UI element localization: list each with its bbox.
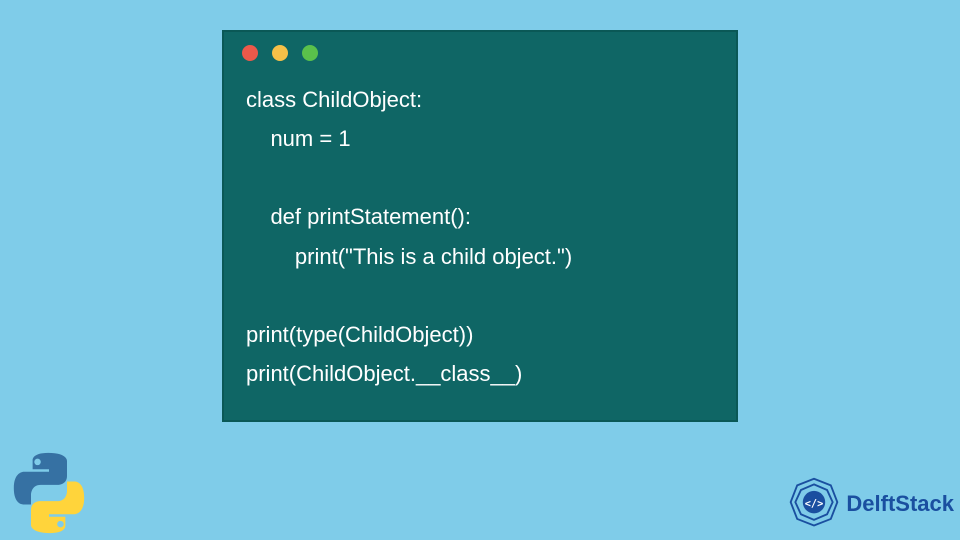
delftstack-logo-icon: </> [786, 476, 842, 532]
python-logo-icon [4, 448, 94, 538]
brand-badge: </> DelftStack [786, 476, 954, 532]
code-window: class ChildObject: num = 1 def printStat… [222, 30, 738, 422]
close-icon [242, 45, 258, 61]
maximize-icon [302, 45, 318, 61]
code-block: class ChildObject: num = 1 def printStat… [224, 74, 736, 411]
window-titlebar [224, 32, 736, 74]
brand-name: DelftStack [846, 491, 954, 517]
svg-text:</>: </> [805, 498, 824, 510]
minimize-icon [272, 45, 288, 61]
